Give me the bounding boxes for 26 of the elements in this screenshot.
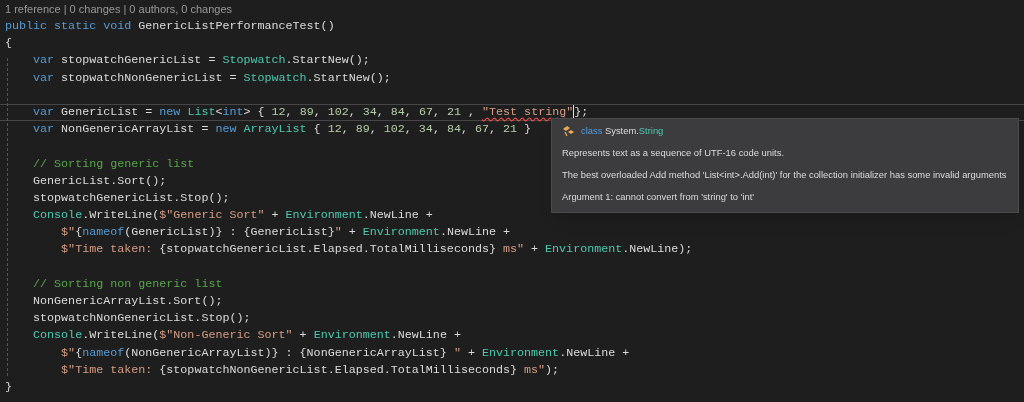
code-line: $"Time taken: {stopwatchNonGenericList.Elapsed.TotalMilliseconds} ms"); (60, 362, 560, 377)
code-line: $"{nameof(GenericList)} : {GenericList}" + Environment.NewLine + (60, 225, 511, 240)
text-cursor (573, 105, 575, 119)
code-line: } (5, 379, 12, 394)
tooltip-text: Represents text as a sequence of UTF-16 code units. (562, 146, 784, 161)
code-line: NonGenericArrayList.Sort(); (32, 294, 223, 308)
code-line: Console.WriteLine($"Generic Sort" + Environment.NewLine + (32, 208, 433, 223)
code-line: var stopwatchNonGenericList = Stopwatch.StartNew(); (32, 70, 391, 85)
code-line: GenericList.Sort(); (32, 173, 167, 188)
tooltip-text: The best overloaded Add method 'List<int>.Add(int)' for the collection initializer has some invalid arguments (562, 168, 1007, 183)
tooltip-text: Argument 1: cannot convert from 'string' to 'int' (562, 190, 755, 205)
code-line: Console.WriteLine($"Non-Generic Sort" + Environment.NewLine + (32, 328, 461, 343)
code-line: var NonGenericArrayList = new ArrayList { 12, 89, 102, 34, 84, 67, 21 } (32, 122, 532, 137)
code-line: stopwatchNonGenericList.Stop(); (32, 311, 251, 326)
code-line: stopwatchGenericList.Stop(); (32, 190, 230, 205)
tooltip-signature: class System.String (581, 124, 664, 138)
code-line: var GenericList = new List<int> { 12, 89, 102, 34, 84, 67, 21 , "Test string"}; (32, 104, 589, 119)
codelens-text: 1 reference | 0 changes | 0 authors, 0 changes (5, 2, 234, 17)
code-line: $"{nameof(NonGenericArrayList)} : {NonGenericArrayList} " + Environment.NewLine + (60, 345, 630, 360)
code-line: // Sorting non generic list (32, 276, 223, 291)
code-line: // Sorting generic list (32, 156, 195, 171)
class-icon (562, 125, 576, 138)
code-line: var stopwatchGenericList = Stopwatch.StartNew(); (32, 53, 370, 68)
code-line: $"Time taken: {stopwatchGenericList.Elapsed.TotalMilliseconds} ms" + Environment.NewLine); (60, 242, 693, 257)
code-line: public static void GenericListPerformanceTest() (5, 19, 335, 33)
code-line: { (5, 36, 12, 51)
